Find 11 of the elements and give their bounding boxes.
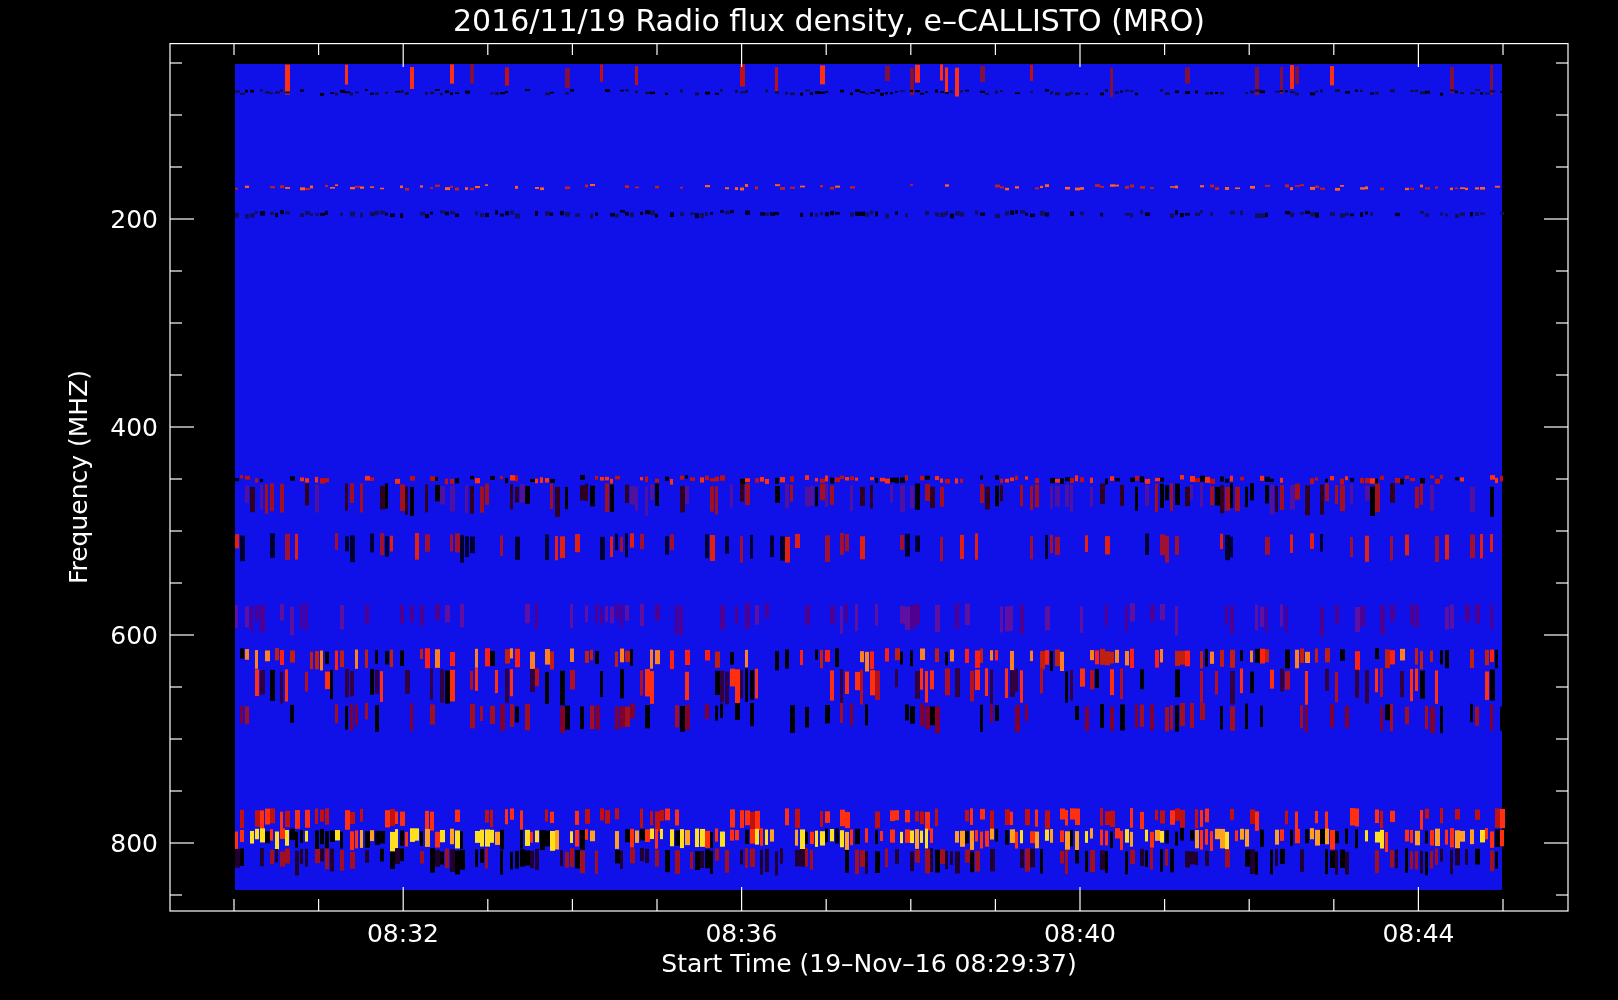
x-axis-label: Start Time (19–Nov–16 08:29:37) <box>661 949 1077 978</box>
chart-title: 2016/11/19 Radio flux density, e–CALLISTO (MRO) <box>452 2 1206 40</box>
y-tick-label: 800 <box>110 829 158 858</box>
y-axis-label: Frequency (MHZ) <box>64 369 93 585</box>
x-tick-label: 08:32 <box>367 919 439 948</box>
y-tick-label: 400 <box>110 413 158 442</box>
x-tick-label: 08:40 <box>1044 919 1116 948</box>
x-tick-label: 08:36 <box>705 919 778 948</box>
x-tick-label: 08:44 <box>1382 919 1455 948</box>
y-tick-label: 600 <box>110 621 158 650</box>
y-tick-label: 200 <box>110 205 158 234</box>
